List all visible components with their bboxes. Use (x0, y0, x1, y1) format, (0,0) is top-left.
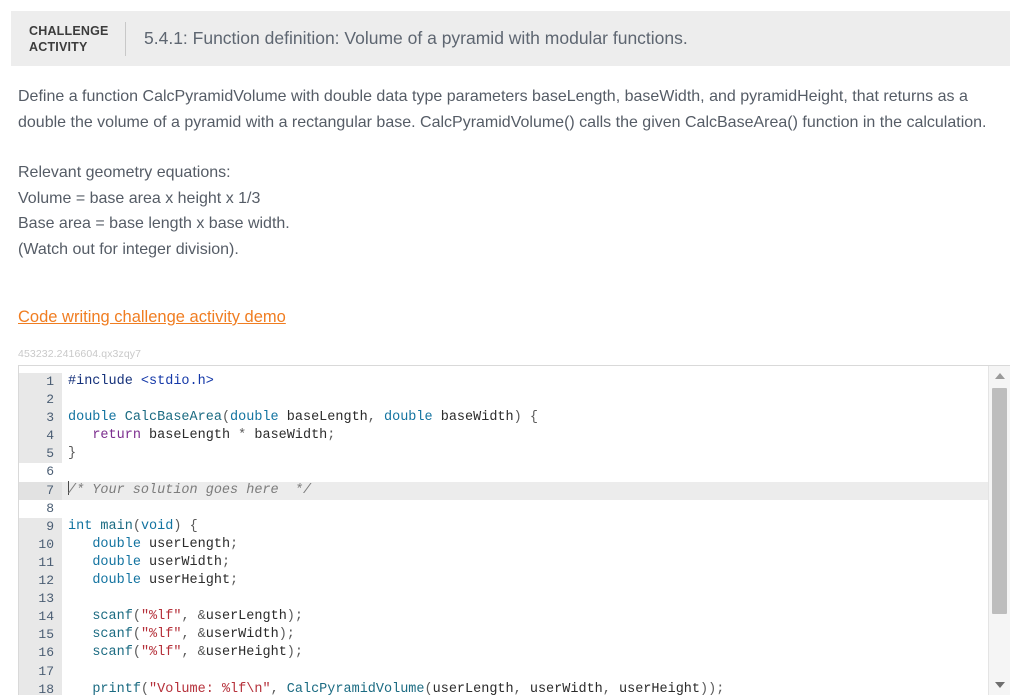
line-number: 18 (19, 680, 62, 695)
challenge-badge-line2: ACTIVITY (29, 39, 88, 54)
code-line-text: scanf("%lf", &userHeight); (92, 645, 303, 661)
line-number: 4 (19, 427, 62, 446)
code-line: 4 return baseLength * baseWidth; (19, 427, 988, 446)
code-line: 14 scanf("%lf", &userLength); (19, 608, 988, 627)
line-number: 8 (19, 499, 62, 518)
code-line: 5} (19, 445, 988, 464)
activity-description: Define a function CalcPyramidVolume with… (18, 84, 1008, 262)
code-line[interactable]: 7/* Your solution goes here */ (19, 481, 988, 500)
code-line-text: double userWidth; (92, 554, 231, 570)
code-line: 3 double CalcBaseArea(double baseLength, … (19, 409, 988, 428)
code-line: 18 printf("Volume: %lf\n", CalcPyramidVo… (19, 680, 988, 695)
code-line-text: double userLength; (92, 536, 239, 552)
code-editor-viewport[interactable]: 1 #include <stdio.h> 2 3 double CalcBaseArea… (19, 366, 988, 695)
code-line[interactable]: 6 (19, 463, 988, 482)
line-number: 3 (19, 409, 62, 428)
challenge-activity-header: CHALLENGE ACTIVITY 5.4.1: Function defin… (11, 11, 1010, 66)
code-line: 13 (19, 590, 988, 609)
line-number: 15 (19, 626, 62, 645)
line-number: 1 (19, 373, 62, 392)
line-number: 10 (19, 535, 62, 554)
line-number: 2 (19, 391, 62, 410)
line-number: 9 (19, 517, 62, 536)
scrollbar-thumb[interactable] (992, 388, 1007, 614)
equation-volume: Volume = base area x height x 1/3 (18, 189, 261, 207)
line-number: 13 (19, 590, 62, 609)
code-line: 9 int main(void) { (19, 517, 988, 536)
code-line: 1 #include <stdio.h> (19, 373, 988, 392)
line-number: 14 (19, 608, 62, 627)
code-line-list[interactable]: 1 #include <stdio.h> 2 3 double CalcBaseArea… (19, 373, 988, 695)
equation-note: (Watch out for integer division). (18, 240, 239, 258)
scroll-down-icon[interactable] (989, 677, 1010, 693)
code-line-text: double userHeight; (92, 573, 239, 589)
line-number: 16 (19, 644, 62, 663)
code-line-text: scanf("%lf", &userLength); (92, 609, 303, 625)
code-line-text: #include <stdio.h> (68, 374, 214, 389)
challenge-activity-badge: CHALLENGE ACTIVITY (29, 23, 121, 55)
code-writing-demo-link[interactable]: Code writing challenge activity demo (18, 308, 286, 327)
code-line: 11 double userWidth; (19, 553, 988, 573)
code-line[interactable]: 8 (19, 499, 988, 518)
page-title: 5.4.1: Function definition: Volume of a … (144, 28, 688, 48)
code-line: 2 (19, 391, 988, 410)
code-line-text[interactable]: /* Your solution goes here */ (62, 481, 311, 500)
line-number: 6 (19, 463, 62, 482)
scroll-up-icon[interactable] (989, 368, 1010, 384)
challenge-badge-line1: CHALLENGE (29, 23, 109, 38)
line-number: 12 (19, 572, 62, 591)
code-line-text: } (68, 446, 77, 462)
description-paragraph: Define a function CalcPyramidVolume with… (18, 88, 987, 131)
code-line-text: double CalcBaseArea(double baseLength, d… (68, 410, 538, 426)
equations-heading: Relevant geometry equations: (18, 164, 231, 181)
code-line-text: scanf("%lf", &userWidth); (92, 627, 295, 643)
line-number: 7 (19, 481, 62, 500)
header-divider (125, 21, 126, 56)
code-line-text: int main(void) { (68, 518, 198, 534)
code-line-text: return baseLength * baseWidth; (92, 428, 336, 444)
code-editor[interactable]: 1 #include <stdio.h> 2 3 double CalcBaseArea… (18, 365, 1010, 695)
code-line: 15 scanf("%lf", &userWidth); (19, 626, 988, 645)
code-line: 17 (19, 662, 988, 681)
activity-id-label: 453232.2416604.qx3zqy7 (18, 348, 142, 360)
line-number: 17 (19, 662, 62, 681)
line-number: 11 (19, 553, 62, 573)
equation-base-area: Base area = base length x base width. (18, 215, 290, 232)
line-number: 5 (19, 445, 62, 464)
code-line: 12 double userHeight; (19, 572, 988, 591)
code-line-text: printf("Volume: %lf\n", CalcPyramidVolum… (92, 681, 725, 695)
code-editor-scrollbar[interactable] (988, 366, 1010, 695)
code-line: 16 scanf("%lf", &userHeight); (19, 644, 988, 663)
code-line: 10 double userLength; (19, 535, 988, 554)
